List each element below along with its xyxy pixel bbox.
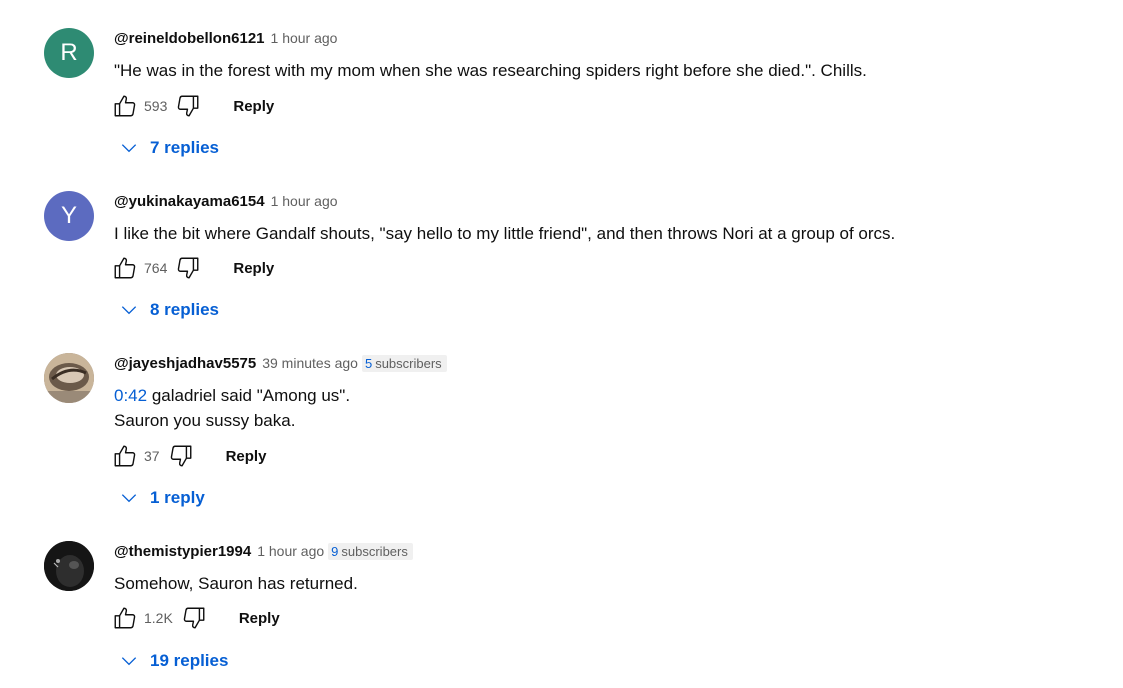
like-button[interactable]	[110, 441, 140, 471]
avatar[interactable]	[44, 541, 94, 591]
comment-actions: 1.2K Reply	[110, 603, 292, 633]
comment-time[interactable]: 1 hour ago	[271, 193, 338, 209]
comment-text: I like the bit where Gandalf shouts, "sa…	[114, 224, 896, 243]
like-count: 37	[144, 448, 160, 464]
comment-text: 0:42 galadriel said "Among us". Sauron y…	[114, 386, 351, 430]
thumbs-up-icon	[114, 257, 136, 279]
chevron-down-icon	[121, 306, 137, 315]
thumbs-up-icon	[114, 445, 136, 467]
reply-button[interactable]: Reply	[221, 93, 286, 120]
comment-author[interactable]: @yukinakayama6154	[114, 193, 265, 210]
chevron-down-icon	[121, 494, 137, 503]
thumbs-down-icon	[183, 607, 205, 629]
comment-time[interactable]: 1 hour ago	[271, 30, 338, 46]
avatar[interactable]: Y	[44, 191, 94, 241]
dislike-button[interactable]	[166, 441, 196, 471]
dislike-button[interactable]	[173, 253, 203, 283]
comment-text: "He was in the forest with my mom when s…	[114, 61, 867, 80]
thumbs-up-icon	[114, 607, 136, 629]
avatar-image-icon	[44, 353, 94, 403]
like-count: 593	[144, 98, 168, 114]
thumbs-down-icon	[170, 445, 192, 467]
dislike-button[interactable]	[173, 91, 203, 121]
chevron-down-icon	[121, 657, 137, 666]
comment-time[interactable]: 39 minutes ago	[262, 355, 358, 371]
view-replies-button[interactable]: 8 replies	[114, 294, 219, 326]
comment-header: @yukinakayama6154 1 hour ago	[114, 193, 338, 210]
comment-author[interactable]: @reineldobellon6121	[114, 30, 265, 47]
comment-actions: 593 Reply	[110, 91, 286, 121]
comment-header: @jayeshjadhav5575 39 minutes ago 5 subscr…	[114, 355, 447, 372]
timestamp-link[interactable]: 0:42	[114, 386, 147, 405]
comment-author[interactable]: @themistypier1994	[114, 543, 251, 560]
view-replies-button[interactable]: 19 replies	[114, 645, 228, 677]
comment-header: @reineldobellon6121 1 hour ago	[114, 30, 337, 47]
like-button[interactable]	[110, 603, 140, 633]
like-count: 764	[144, 260, 168, 276]
subscriber-badge: 5 subscribers	[361, 355, 447, 372]
avatar-image-icon	[44, 541, 94, 591]
comment-header: @themistypier1994 1 hour ago 9 subscriber…	[114, 543, 413, 560]
view-replies-button[interactable]: 7 replies	[114, 132, 219, 164]
thumbs-down-icon	[178, 95, 199, 117]
thumbs-down-icon	[178, 257, 199, 279]
reply-button[interactable]: Reply	[214, 443, 279, 470]
subscriber-badge: 9 subscribers	[328, 543, 413, 560]
dislike-button[interactable]	[179, 603, 209, 633]
comment-actions: 37 Reply	[110, 441, 278, 471]
like-button[interactable]	[110, 253, 140, 283]
view-replies-button[interactable]: 1 reply	[114, 482, 205, 514]
reply-button[interactable]: Reply	[227, 605, 292, 632]
chevron-down-icon	[121, 144, 137, 153]
avatar[interactable]: R	[44, 28, 94, 78]
comment-text: Somehow, Sauron has returned.	[114, 574, 358, 593]
avatar[interactable]	[44, 353, 94, 403]
reply-button[interactable]: Reply	[221, 255, 286, 282]
comment-time[interactable]: 1 hour ago	[257, 543, 324, 559]
like-button[interactable]	[110, 91, 140, 121]
thumbs-up-icon	[114, 95, 136, 117]
comment-author[interactable]: @jayeshjadhav5575	[114, 355, 256, 372]
comment-actions: 764 Reply	[110, 253, 286, 283]
like-count: 1.2K	[144, 610, 173, 626]
